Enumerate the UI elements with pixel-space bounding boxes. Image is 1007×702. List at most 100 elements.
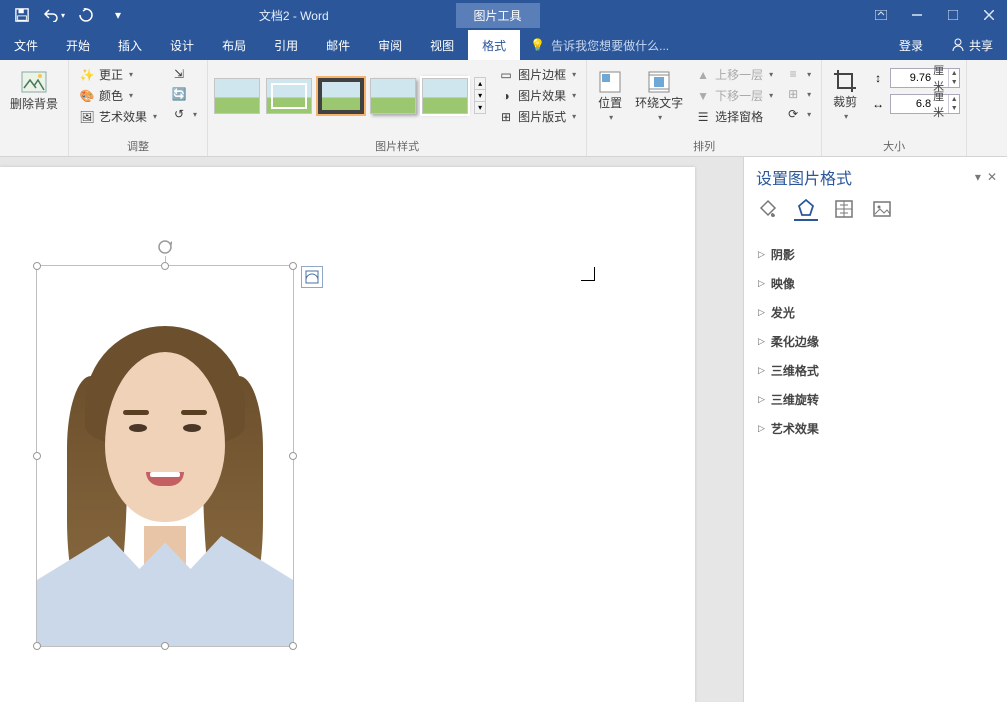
handle-t[interactable]: [161, 262, 169, 270]
login-button[interactable]: 登录: [885, 37, 937, 54]
height-field[interactable]: [891, 72, 933, 84]
wrap-text-button[interactable]: 环绕文字▾: [631, 64, 687, 127]
selection-pane-button[interactable]: ☰选择窗格: [691, 106, 777, 127]
position-icon: [597, 69, 623, 95]
corrections-button[interactable]: ✨更正▾: [75, 64, 161, 85]
section-3d-format[interactable]: ▷三维格式: [748, 356, 1003, 385]
tab-mailings[interactable]: 邮件: [312, 30, 364, 60]
style-thumb-4[interactable]: [370, 78, 416, 114]
undo-button[interactable]: ▾: [40, 3, 68, 27]
pane-close[interactable]: ✕: [987, 170, 997, 184]
width-field[interactable]: [891, 98, 933, 110]
artistic-effects-button[interactable]: 🖼艺术效果▾: [75, 106, 161, 127]
rotate-icon: ⟳: [785, 106, 801, 122]
tab-home[interactable]: 开始: [52, 30, 104, 60]
section-soft-edges[interactable]: ▷柔化边缘: [748, 327, 1003, 356]
tab-format[interactable]: 格式: [468, 30, 520, 60]
maximize-button[interactable]: [935, 0, 971, 30]
page[interactable]: [0, 167, 695, 702]
remove-background-button[interactable]: 删除背景: [6, 64, 62, 116]
handle-tl[interactable]: [33, 262, 41, 270]
pane-tab-picture[interactable]: [870, 197, 894, 221]
pane-options[interactable]: ▾: [975, 170, 981, 184]
save-button[interactable]: [8, 3, 36, 27]
position-button[interactable]: 位置▾: [593, 64, 627, 127]
group-label-adjust: 调整: [75, 135, 201, 156]
tab-insert[interactable]: 插入: [104, 30, 156, 60]
tab-references[interactable]: 引用: [260, 30, 312, 60]
tab-view[interactable]: 视图: [416, 30, 468, 60]
layout-options-button[interactable]: [301, 266, 323, 288]
tab-review[interactable]: 审阅: [364, 30, 416, 60]
group-label-styles: 图片样式: [214, 135, 580, 156]
pane-tab-fill[interactable]: [756, 197, 780, 221]
group-label-size: 大小: [828, 135, 960, 156]
tell-me[interactable]: 💡 告诉我您想要做什么...: [520, 30, 679, 60]
section-artistic[interactable]: ▷艺术效果: [748, 414, 1003, 443]
section-reflection[interactable]: ▷映像: [748, 269, 1003, 298]
width-input[interactable]: 厘米 ▲▼: [890, 94, 960, 114]
pane-tab-effects[interactable]: [794, 197, 818, 221]
section-3d-rotation[interactable]: ▷三维旋转: [748, 385, 1003, 414]
align-button[interactable]: ≡▾: [781, 64, 815, 84]
change-picture-icon: 🔄: [171, 86, 187, 102]
close-button[interactable]: [971, 0, 1007, 30]
workspace: 设置图片格式 ▾ ✕ ▷阴影 ▷映像 ▷发光 ▷柔化边缘 ▷三维格式 ▷三维旋转…: [0, 157, 1007, 702]
tab-layout[interactable]: 布局: [208, 30, 260, 60]
wrap-icon: [646, 69, 672, 95]
height-input[interactable]: 厘米 ▲▼: [890, 68, 960, 88]
redo-button[interactable]: [72, 3, 100, 27]
document-area[interactable]: [0, 157, 743, 702]
ribbon-display-options[interactable]: [863, 0, 899, 30]
style-thumb-1[interactable]: [214, 78, 260, 114]
handle-bl[interactable]: [33, 642, 41, 650]
pane-tab-layout[interactable]: [832, 197, 856, 221]
group-adjust: ✨更正▾ 🎨颜色▾ 🖼艺术效果▾ ⇲ 🔄 ↺▾ 调整: [69, 60, 208, 156]
quick-access-toolbar: ▾ ▾: [0, 3, 132, 27]
compress-button[interactable]: ⇲: [167, 64, 201, 84]
ribbon: 删除背景 ✨更正▾ 🎨颜色▾ 🖼艺术效果▾ ⇲ 🔄 ↺▾ 调整: [0, 60, 1007, 157]
handle-r[interactable]: [289, 452, 297, 460]
picture-styles-gallery[interactable]: ▴▾▾: [214, 77, 486, 114]
qat-customize[interactable]: ▾: [104, 3, 132, 27]
rotate-button[interactable]: ⟳▾: [781, 104, 815, 124]
handle-l[interactable]: [33, 452, 41, 460]
style-thumb-5[interactable]: [422, 78, 468, 114]
handle-b[interactable]: [161, 642, 169, 650]
reset-picture-button[interactable]: ↺▾: [167, 104, 201, 124]
window-controls: [863, 0, 1007, 30]
section-shadow[interactable]: ▷阴影: [748, 240, 1003, 269]
rotate-handle[interactable]: [156, 238, 174, 256]
color-button[interactable]: 🎨颜色▾: [75, 85, 161, 106]
width-icon: ↔: [870, 96, 886, 112]
remove-bg-label: 删除背景: [10, 98, 58, 112]
crop-button[interactable]: 裁剪▾: [828, 64, 862, 125]
minimize-button[interactable]: [899, 0, 935, 30]
effects-icon: ◑: [498, 88, 514, 104]
change-picture-button[interactable]: 🔄: [167, 84, 201, 104]
tab-design[interactable]: 设计: [156, 30, 208, 60]
document-title: 文档2 - Word: [132, 7, 456, 24]
share-button[interactable]: 共享: [937, 37, 1007, 54]
picture-effects-button[interactable]: ◑图片效果▾: [494, 85, 580, 106]
group-arrange: 位置▾ 环绕文字▾ ▲上移一层▾ ▼下移一层▾ ☰选择窗格 ≡▾ ⊞▾ ⟳▾ 排…: [587, 60, 822, 156]
tab-file[interactable]: 文件: [0, 30, 52, 60]
width-up[interactable]: ▲: [949, 95, 959, 104]
contextual-tab-label: 图片工具: [456, 3, 540, 28]
picture-border-button[interactable]: ▭图片边框▾: [494, 64, 580, 85]
pane-title: 设置图片格式: [756, 165, 852, 189]
section-glow[interactable]: ▷发光: [748, 298, 1003, 327]
picture-layout-button[interactable]: ⊞图片版式▾: [494, 106, 580, 127]
selected-image[interactable]: [36, 265, 294, 647]
handle-br[interactable]: [289, 642, 297, 650]
height-down[interactable]: ▼: [949, 78, 959, 87]
pane-sections: ▷阴影 ▷映像 ▷发光 ▷柔化边缘 ▷三维格式 ▷三维旋转 ▷艺术效果: [744, 234, 1007, 449]
recolor-icon: 🎨: [79, 88, 95, 104]
gallery-expand[interactable]: ▴▾▾: [474, 77, 486, 114]
handle-tr[interactable]: [289, 262, 297, 270]
height-up[interactable]: ▲: [949, 69, 959, 78]
tell-me-placeholder: 告诉我您想要做什么...: [551, 37, 669, 54]
width-down[interactable]: ▼: [949, 104, 959, 113]
style-thumb-2[interactable]: [266, 78, 312, 114]
style-thumb-3[interactable]: [318, 78, 364, 114]
